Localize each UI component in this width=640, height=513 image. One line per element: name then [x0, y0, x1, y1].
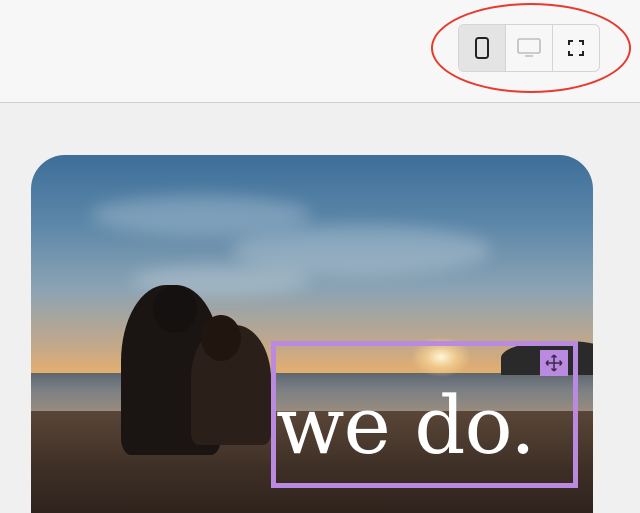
view-mode-toggle	[458, 24, 600, 72]
move-arrows-icon	[545, 354, 563, 372]
headline-text[interactable]: we do.	[276, 378, 576, 474]
mobile-phone-icon	[475, 37, 489, 59]
person-head	[153, 285, 197, 333]
editor-toolbar	[0, 0, 640, 103]
fullscreen-button[interactable]	[553, 25, 599, 71]
desktop-monitor-icon	[517, 38, 541, 57]
cloud	[91, 195, 311, 235]
fullscreen-icon	[568, 40, 584, 56]
desktop-view-button[interactable]	[506, 25, 553, 71]
person-head	[201, 315, 241, 361]
mobile-view-button[interactable]	[459, 25, 506, 71]
move-handle[interactable]	[540, 350, 568, 376]
